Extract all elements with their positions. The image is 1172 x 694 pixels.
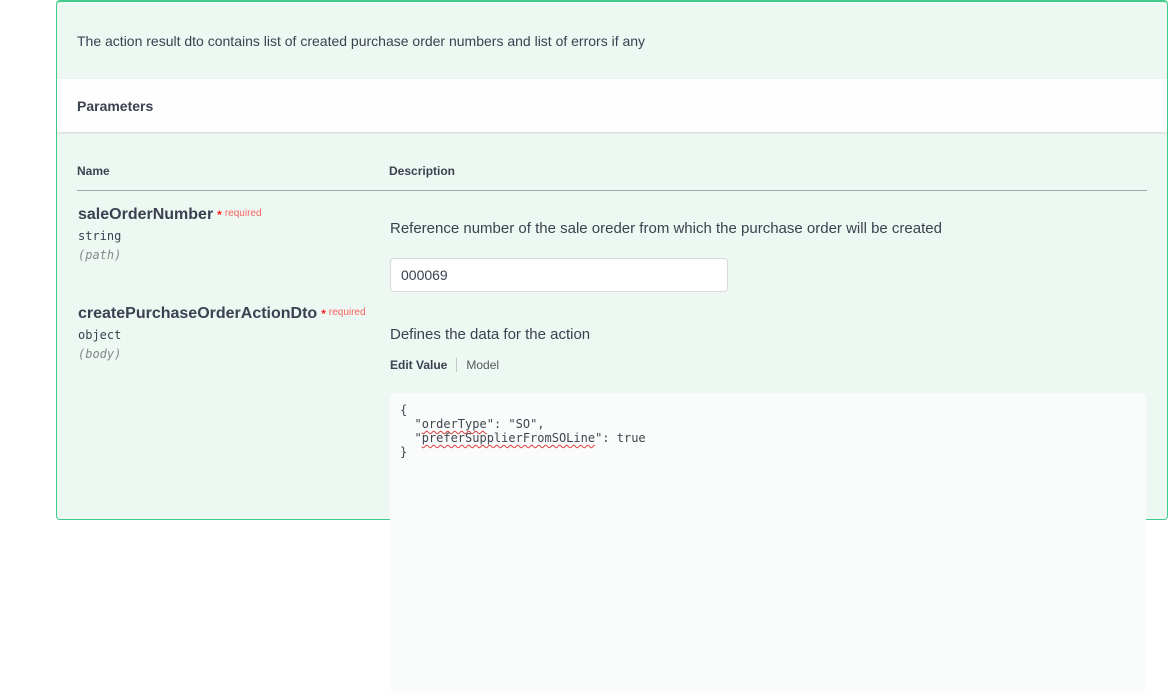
code-key-preferSupplierFromSOLine: preferSupplierFromSOLine	[421, 431, 596, 445]
param-name-text: saleOrderNumber	[78, 206, 214, 223]
code-text: ": "SO",	[486, 417, 545, 431]
param-location: (path)	[78, 248, 122, 262]
parameters-table: Name Description saleOrderNumber * require…	[77, 155, 1147, 694]
body-param-tabs: Edit Value Model	[390, 358, 1146, 372]
code-line: {	[400, 403, 1136, 417]
required-asterisk: *	[321, 307, 326, 321]
required-label: required	[224, 208, 262, 219]
code-text: ": true	[595, 431, 646, 445]
param-row-createPurchaseOrderActionDto: createPurchaseOrderActionDto * required ob…	[77, 300, 1147, 694]
code-text: "	[400, 417, 422, 431]
param-type: string	[78, 229, 122, 243]
description-column-header: Description	[389, 155, 1147, 191]
parameters-table-container: Name Description saleOrderNumber * require…	[57, 155, 1167, 694]
code-text: {	[400, 403, 408, 417]
required-asterisk: *	[217, 208, 222, 222]
code-key-orderType: orderType	[421, 417, 487, 431]
code-line: "preferSupplierFromSOLine": true	[400, 431, 1136, 445]
param-location: (body)	[78, 347, 122, 361]
code-line: }	[400, 445, 1136, 459]
name-column-header: Name	[77, 155, 389, 191]
param-name-cell: saleOrderNumber * required string (path)	[77, 191, 389, 301]
tab-separator	[456, 358, 458, 372]
saleOrderNumber-value-input[interactable]	[390, 258, 728, 292]
tab-edit-value[interactable]: Edit Value	[390, 358, 447, 372]
tab-model[interactable]: Model	[466, 358, 499, 372]
param-name: createPurchaseOrderActionDto * required	[78, 304, 388, 324]
code-line: "orderType": "SO",	[400, 417, 1136, 431]
param-row-saleOrderNumber: saleOrderNumber * required string (path) R…	[77, 191, 1147, 301]
code-text: "	[400, 431, 422, 445]
param-description-text: Defines the data for the action	[390, 326, 591, 343]
parameters-header-row: Name Description	[77, 155, 1147, 191]
param-name: saleOrderNumber * required	[78, 205, 388, 225]
code-text: }	[400, 445, 408, 459]
operation-description: The action result dto contains list of c…	[57, 2, 1167, 79]
param-description-cell: Reference number of the sale oreder from…	[389, 191, 1147, 301]
operation-block: The action result dto contains list of c…	[56, 0, 1168, 693]
param-name-text: createPurchaseOrderActionDto	[78, 305, 318, 322]
param-description-text: Reference number of the sale oreder from…	[390, 220, 942, 237]
body-value-textarea[interactable]: { "orderType": "SO", "preferSupplierFrom…	[390, 393, 1146, 693]
operation-description-text: The action result dto contains list of c…	[77, 33, 646, 49]
parameters-title: Parameters	[77, 97, 154, 114]
required-label: required	[328, 307, 366, 318]
param-description-cell: Defines the data for the action Edit Val…	[389, 300, 1147, 694]
param-type: object	[78, 328, 122, 342]
parameters-section-header: Parameters	[57, 79, 1167, 132]
param-name-cell: createPurchaseOrderActionDto * required ob…	[77, 300, 389, 694]
